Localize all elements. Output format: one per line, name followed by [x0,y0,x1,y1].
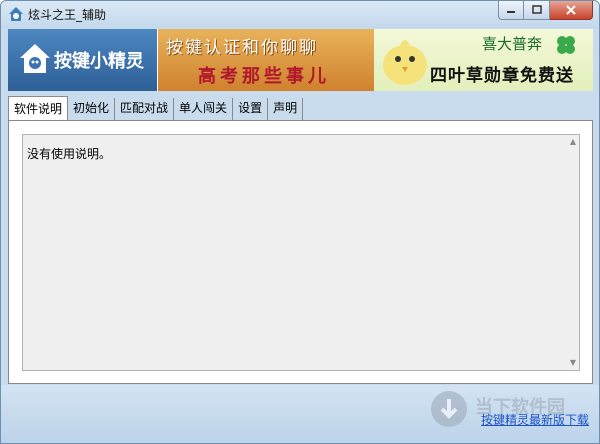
tab-content-panel: 没有使用说明。 ▲ ▼ [8,120,593,384]
scroll-up-icon[interactable]: ▲ [569,138,577,146]
tab-match-battle[interactable]: 匹配对战 [115,98,175,120]
minimize-button[interactable] [498,1,524,20]
ad2-subline: 四叶草勋章免费送 [430,66,574,86]
maximize-button[interactable] [524,1,550,20]
download-latest-link[interactable]: 按键精灵最新版下载 [481,411,589,428]
app-window: 炫斗之王_辅助 按键小精灵 按键认证和你聊聊 高考那些事儿 喜大普奔 四叶草勋章… [0,0,600,444]
window-controls [498,1,593,20]
ad-banner-chat[interactable]: 按键认证和你聊聊 高考那些事儿 [158,29,374,91]
tab-software-info[interactable]: 软件说明 [8,96,69,120]
clover-icon [557,36,575,54]
tab-strip: 软件说明 初始化 匹配对战 单人闯关 设置 声明 [8,96,304,120]
watermark-download-icon [431,391,467,427]
ad1-subline: 高考那些事儿 [198,66,330,87]
vertical-scrollbar[interactable]: ▲ ▼ [567,135,579,370]
logo-panel: 按键小精灵 [8,29,157,91]
chick-mascot-icon [383,40,427,85]
description-text: 没有使用说明。 [27,147,112,161]
maximize-icon [531,5,542,14]
ad1-headline: 按键认证和你聊聊 [166,38,318,58]
window-title: 炫斗之王_辅助 [28,8,107,22]
close-button[interactable] [550,1,593,20]
close-icon [566,5,576,15]
description-textarea[interactable]: 没有使用说明。 ▲ ▼ [22,134,580,371]
ad-banner-clover[interactable]: 喜大普奔 四叶草勋章免费送 [374,29,593,91]
banner: 按键小精灵 按键认证和你聊聊 高考那些事儿 喜大普奔 四叶草勋章免费送 [8,29,593,91]
minimize-icon [507,11,515,13]
tab-settings[interactable]: 设置 [233,98,269,120]
logo-house-icon [20,44,50,73]
tab-single-stage[interactable]: 单人闯关 [174,98,234,120]
scroll-down-icon[interactable]: ▼ [569,359,577,367]
tab-statement[interactable]: 声明 [268,98,304,120]
tab-initialize[interactable]: 初始化 [68,98,116,120]
footer-bar: 当下软件园 按键精灵最新版下载 [1,385,599,443]
app-icon [9,7,23,21]
ad2-headline: 喜大普奔 [482,35,543,53]
title-bar[interactable]: 炫斗之王_辅助 [1,1,599,28]
logo-text: 按键小精灵 [54,51,144,72]
